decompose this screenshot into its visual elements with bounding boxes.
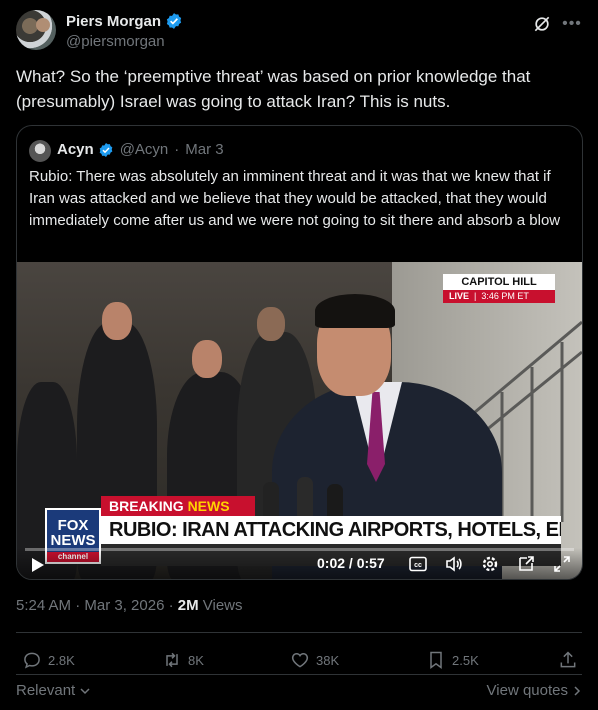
breaking-text: BREAKING — [109, 498, 184, 514]
view-quotes-label: View quotes — [486, 682, 568, 699]
video-controls: 0:02 / 0:57 cc — [17, 548, 582, 579]
location-label: CAPITOL HILL — [443, 274, 555, 290]
breaking-news-banner: BREAKING NEWS — [101, 496, 255, 516]
headline-bar: RUBIO: IRAN ATTACKING AIRPORTS, HOTELS, … — [101, 516, 561, 544]
live-label: LIVE | 3:46 PM ET — [443, 290, 555, 303]
settings-gear-icon[interactable] — [481, 555, 499, 573]
grok-icon[interactable] — [532, 14, 552, 34]
quoted-dot: · — [174, 141, 180, 158]
author-handle[interactable]: @piersmorgan — [66, 33, 165, 50]
background-face — [257, 307, 285, 341]
quoted-handle[interactable]: @Acyn — [120, 141, 169, 158]
subject-hair — [315, 294, 395, 328]
reply-count: 2.8K — [48, 652, 75, 668]
share-icon — [560, 651, 576, 668]
background-face — [102, 302, 132, 340]
author-avatar[interactable] — [16, 10, 56, 50]
live-time: 3:46 PM ET — [481, 291, 529, 301]
play-icon[interactable] — [31, 557, 45, 573]
logo-mid: NEWS — [50, 532, 96, 549]
tweet-header: Piers Morgan @piersmorgan ••• — [16, 10, 582, 52]
repost-icon — [166, 652, 178, 668]
background-face — [192, 340, 222, 378]
svg-text:cc: cc — [414, 562, 422, 569]
heart-icon — [291, 652, 309, 668]
like-count: 38K — [316, 652, 340, 668]
quoted-tweet[interactable]: Acyn @Acyn · Mar 3 Rubio: There was abso… — [16, 125, 583, 580]
tweet-text: What? So the ‘preemptive threat’ was bas… — [16, 67, 531, 111]
location-bug: CAPITOL HILL LIVE | 3:46 PM ET — [443, 274, 555, 304]
video-player[interactable]: CAPITOL HILL LIVE | 3:46 PM ET BREAKING … — [17, 262, 582, 579]
fullscreen-expand-icon[interactable] — [553, 555, 571, 573]
quoted-author-name[interactable]: Acyn — [57, 141, 94, 158]
bookmark-button[interactable]: 2.5K — [426, 648, 479, 672]
repost-count: 8K — [188, 652, 204, 668]
news-text: NEWS — [187, 498, 230, 514]
author-name-row: Piers Morgan — [66, 12, 183, 30]
tweet-actions: 2.8K 8K 38K 2.5K — [16, 648, 582, 672]
quoted-name-row: Acyn @Acyn · Mar 3 — [57, 141, 224, 158]
verified-badge-icon — [99, 142, 113, 157]
relevant-sort-dropdown[interactable]: Relevant — [16, 682, 91, 699]
chevron-right-icon — [574, 685, 581, 696]
live-text: LIVE — [449, 291, 470, 301]
author-name[interactable]: Piers Morgan — [66, 13, 161, 30]
tweet-timestamp: 5:24 AM · Mar 3, 2026 · 2M Views — [16, 597, 243, 614]
views-label: Views — [198, 597, 243, 614]
timestamp-text[interactable]: 5:24 AM · Mar 3, 2026 · — [16, 597, 178, 614]
reply-icon — [24, 652, 40, 669]
volume-icon[interactable] — [445, 555, 463, 573]
repost-button[interactable]: 8K — [162, 648, 204, 672]
chevron-down-icon — [80, 687, 90, 694]
quoted-avatar[interactable] — [29, 140, 51, 162]
view-quotes-link[interactable]: View quotes — [487, 682, 582, 699]
divider — [16, 674, 582, 675]
picture-in-picture-icon[interactable] — [517, 555, 535, 573]
bookmark-icon — [430, 651, 442, 669]
like-button[interactable]: 38K — [290, 648, 339, 672]
bookmark-count: 2.5K — [452, 652, 479, 668]
relevant-label: Relevant — [16, 682, 76, 699]
more-options-icon[interactable]: ••• — [562, 14, 582, 34]
reply-button[interactable]: 2.8K — [22, 648, 75, 672]
quoted-date[interactable]: Mar 3 — [185, 141, 223, 158]
share-button[interactable] — [558, 648, 578, 672]
verified-badge-icon — [166, 13, 182, 29]
divider — [16, 632, 582, 633]
video-progress-bar[interactable] — [25, 548, 574, 551]
quoted-text: Rubio: There was absolutely an imminent … — [29, 168, 561, 229]
views-count: 2M — [177, 597, 199, 614]
captions-icon[interactable]: cc — [409, 556, 427, 572]
video-time: 0:02 / 0:57 — [317, 555, 385, 571]
